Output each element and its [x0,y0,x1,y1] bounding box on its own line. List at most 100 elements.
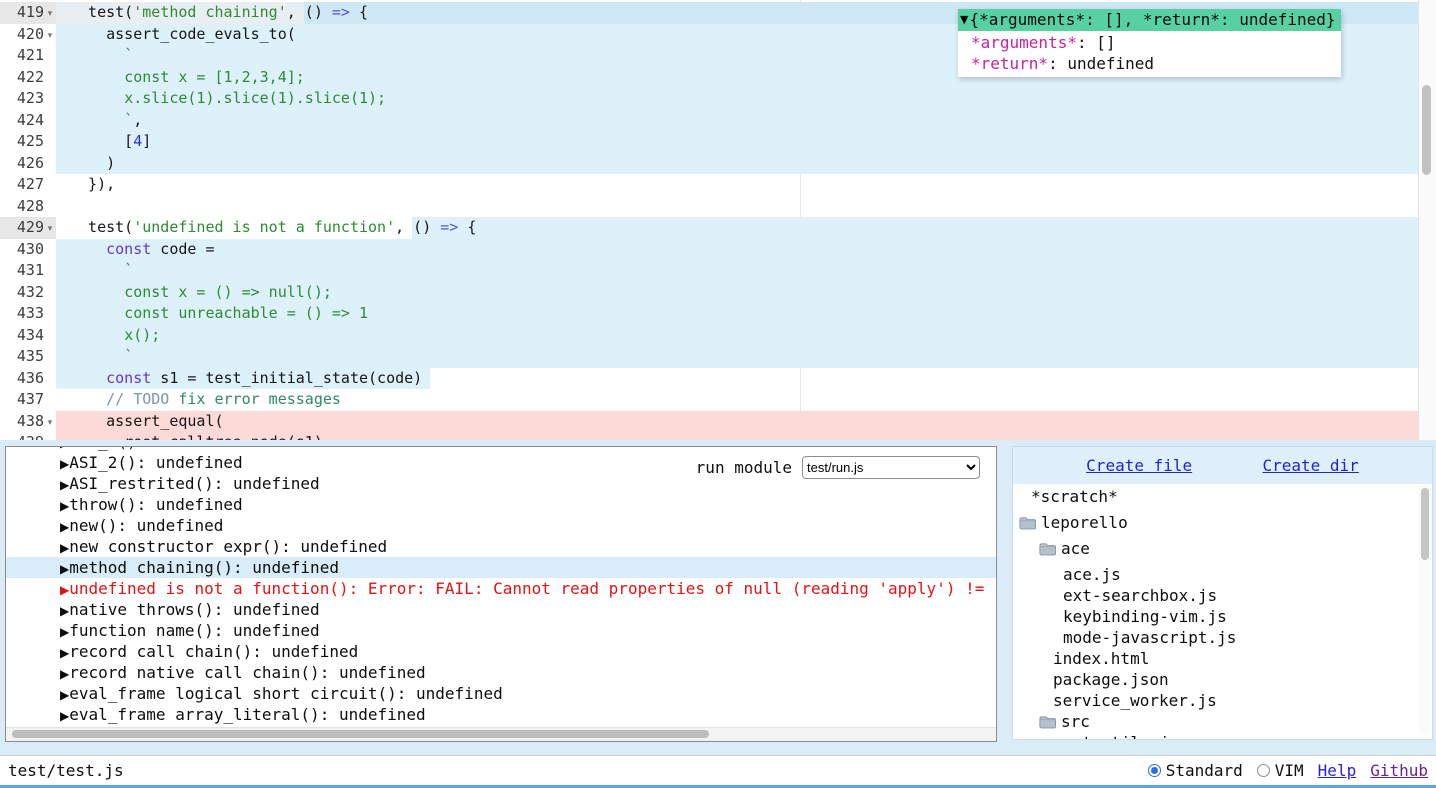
fold-arrow-icon[interactable]: ▾ [44,219,56,241]
github-link[interactable]: Github [1370,761,1428,780]
files-scrollbar-track[interactable] [1419,486,1431,736]
file-tree-item[interactable]: ace.js [1013,564,1418,585]
console-result-row[interactable]: ▶record call chain(): undefined [6,641,996,662]
code-line[interactable]: // TODO fix error messages [70,389,341,411]
file-tree-item[interactable]: ace [1013,538,1418,559]
tooltip-property-row[interactable]: *arguments*: [] [971,32,1331,53]
expand-arrow-icon[interactable]: ▶ [60,478,69,492]
console-result-row[interactable]: ▶new constructor expr(): undefined [6,536,996,557]
expand-arrow-icon[interactable]: ▶ [60,520,69,534]
file-tree-panel[interactable]: Create file Create dir *scratch*leporell… [1012,446,1433,740]
keybinding-vim-radio[interactable]: VIM [1257,761,1304,780]
expand-arrow-icon[interactable]: ▶ [60,541,69,555]
console-result-row[interactable]: ▶method chaining(): undefined [6,557,996,578]
console-hscrollbar-track[interactable] [6,727,996,741]
code-line[interactable]: x(); [70,325,160,347]
gutter-line-number[interactable]: 429▾ [0,217,56,239]
code-line[interactable]: root_calltree_node(s1) [70,432,323,440]
gutter-line-number[interactable]: 435 [0,346,56,368]
console-result-row[interactable]: ▶eval_frame array_literal(): undefined [6,704,996,725]
console-result-row[interactable]: ▶function name(): undefined [6,620,996,641]
expand-arrow-icon[interactable]: ▶ [60,583,69,597]
keybinding-standard-radio[interactable]: Standard [1148,761,1243,780]
gutter-line-number[interactable]: 419▾ [0,2,56,24]
gutter-line-number[interactable]: 421 [0,45,56,67]
gutter-line-number[interactable]: 439 [0,432,56,440]
code-editor[interactable]: test('method chaining', () => { assert_c… [0,0,1436,440]
code-line[interactable]: assert_code_evals_to( [70,24,296,46]
gutter-line-number[interactable]: 426 [0,153,56,175]
fold-arrow-icon[interactable]: ▾ [44,26,56,48]
gutter-line-number[interactable]: 432 [0,282,56,304]
code-line[interactable]: const code = [70,239,215,261]
file-tree-item[interactable]: service_worker.js [1013,690,1418,711]
file-tree-item[interactable]: leporello [1013,512,1418,533]
editor-scrollbar-track[interactable] [1418,0,1436,440]
gutter-line-number[interactable]: 428 [0,196,56,218]
expand-arrow-icon[interactable]: ▶ [60,625,69,639]
file-tree-item[interactable]: index.html [1013,648,1418,669]
console-result-row[interactable]: ▶undefined is not a function(): Error: F… [6,578,996,599]
fold-arrow-icon[interactable]: ▾ [44,4,56,26]
gutter-line-number[interactable]: 430 [0,239,56,261]
file-tree-item[interactable]: src [1013,711,1418,732]
gutter-line-number[interactable]: 438▾ [0,411,56,433]
tooltip-property-row[interactable]: *return*: undefined [971,53,1331,74]
expand-arrow-icon[interactable]: ▶ [60,562,69,576]
code-line[interactable]: x.slice(1).slice(1).slice(1); [70,88,386,110]
gutter-line-number[interactable]: 437 [0,389,56,411]
code-line[interactable]: const unreachable = () => 1 [70,303,368,325]
inline-eval-result[interactable]: ▼{*arguments*: [], *return*: undefined} [958,9,1341,31]
code-line[interactable]: assert_equal( [70,411,224,433]
gutter-line-number[interactable]: 427 [0,174,56,196]
code-line[interactable]: }), [70,174,115,196]
expand-arrow-icon[interactable]: ▶ [60,667,69,681]
console-result-row[interactable]: ▶eval_frame logical short circuit(): und… [6,683,996,704]
gutter-line-number[interactable]: 434 [0,325,56,347]
expand-arrow-icon[interactable]: ▶ [60,499,69,513]
expand-arrow-icon[interactable]: ▶ [60,688,69,702]
gutter-line-number[interactable]: 424 [0,110,56,132]
code-line[interactable]: [4] [70,131,151,153]
console-result-row[interactable]: ▶record native call chain(): undefined [6,662,996,683]
code-line[interactable]: test('undefined is not a function', () =… [70,217,476,239]
console-result-row[interactable]: ▶native throws(): undefined [6,599,996,620]
code-line[interactable]: `, [70,110,142,132]
gutter-line-number[interactable]: 422 [0,67,56,89]
help-link[interactable]: Help [1318,761,1357,780]
create-dir-link[interactable]: Create dir [1262,456,1358,475]
editor-gutter[interactable]: 419▾420▾421422423424425426427428429▾4304… [0,0,56,440]
gutter-line-number[interactable]: 436 [0,368,56,390]
test-results-list[interactable]: ▶ASI_1(): undefined▶ASI_2(): undefined▶A… [6,447,996,728]
test-results-panel[interactable]: ▶ASI_1(): undefined▶ASI_2(): undefined▶A… [5,446,997,742]
run-module-select[interactable]: test/run.js [802,456,980,479]
scrollbar-thumb[interactable] [1421,488,1429,560]
expand-arrow-icon[interactable]: ▶ [60,447,69,450]
gutter-line-number[interactable]: 423 [0,88,56,110]
code-line[interactable]: const x = () => null(); [70,282,332,304]
code-line[interactable]: ` [70,346,133,368]
file-tree-item[interactable]: *scratch* [1013,486,1418,507]
collapse-triangle-icon[interactable]: ▼ [960,13,968,26]
gutter-line-number[interactable]: 433 [0,303,56,325]
expand-arrow-icon[interactable]: ▶ [60,646,69,660]
fold-arrow-icon[interactable]: ▾ [44,413,56,435]
code-line[interactable]: const x = [1,2,3,4]; [70,67,305,89]
file-tree-list[interactable]: *scratch* leporello ace ace.jsext-searchbox… [1013,484,1432,739]
scrollbar-thumb[interactable] [1422,85,1431,175]
console-result-row[interactable]: ▶new(): undefined [6,515,996,536]
file-tree-item[interactable]: mode-javascript.js [1013,627,1418,648]
radio-unselected-icon[interactable] [1257,764,1270,777]
radio-selected-icon[interactable] [1148,764,1161,777]
console-result-row[interactable]: ▶throw(): undefined [6,494,996,515]
gutter-line-number[interactable]: 431 [0,260,56,282]
expand-arrow-icon[interactable]: ▶ [60,709,69,723]
file-tree-item[interactable]: ast_utils.js [1013,732,1418,739]
code-line[interactable]: const s1 = test_initial_state(code) [70,368,422,390]
gutter-line-number[interactable]: 425 [0,131,56,153]
expand-arrow-icon[interactable]: ▶ [60,604,69,618]
gutter-line-number[interactable]: 420▾ [0,24,56,46]
file-tree-item[interactable]: keybinding-vim.js [1013,606,1418,627]
file-tree-item[interactable]: ext-searchbox.js [1013,585,1418,606]
code-line[interactable]: test('method chaining', () => { [70,2,368,24]
